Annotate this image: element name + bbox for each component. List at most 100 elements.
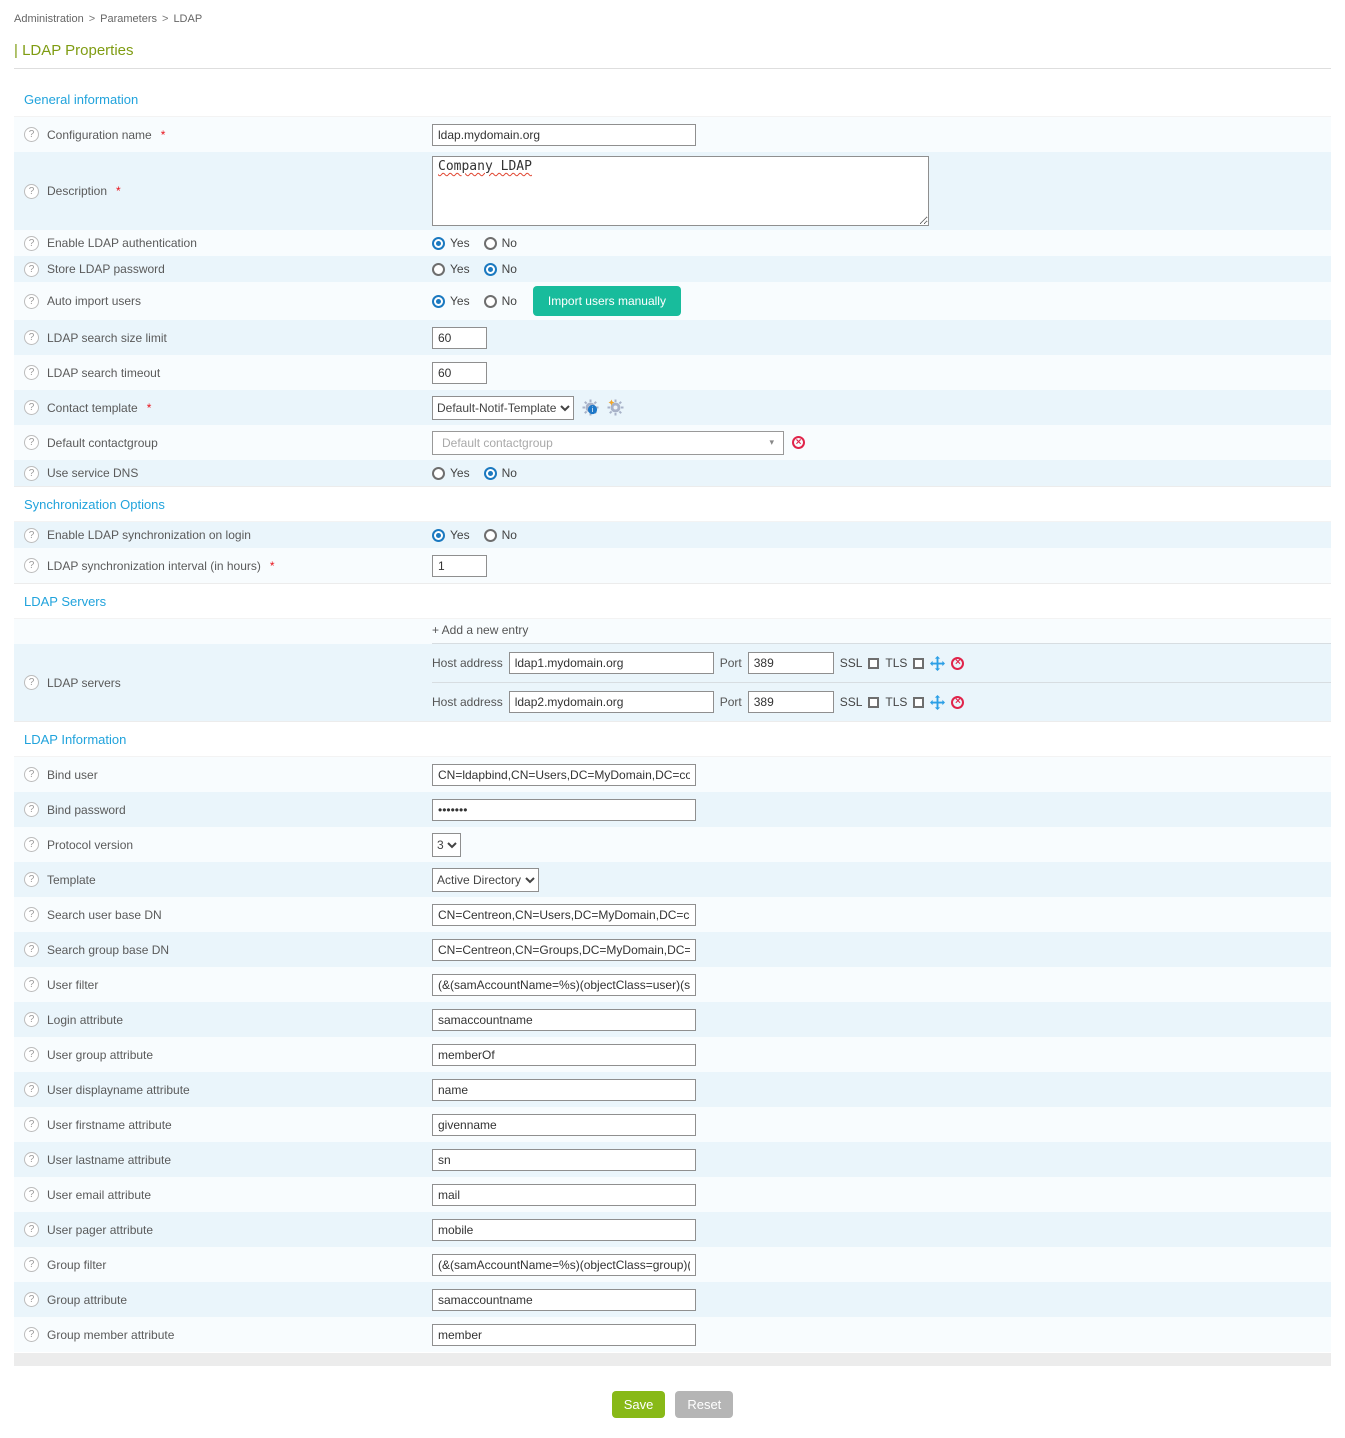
help-icon[interactable]: ? [24, 558, 39, 573]
ldap-search-timeout-input[interactable] [432, 362, 487, 384]
port-input-1[interactable] [748, 652, 834, 674]
help-icon[interactable]: ? [24, 1047, 39, 1062]
help-icon[interactable]: ? [24, 294, 39, 309]
move-server-icon[interactable] [930, 656, 945, 671]
enable-ldap-sync-label: Enable LDAP synchronization on login [47, 528, 251, 542]
section-ldap-servers: LDAP Servers [14, 583, 1331, 619]
default-contactgroup-label: Default contactgroup [47, 436, 158, 450]
help-icon[interactable]: ? [24, 907, 39, 922]
help-icon[interactable]: ? [24, 767, 39, 782]
protocol-version-select[interactable]: 3 [432, 833, 461, 857]
search-user-base-dn-input[interactable] [432, 904, 696, 926]
help-icon[interactable]: ? [24, 435, 39, 450]
help-icon[interactable]: ? [24, 942, 39, 957]
help-icon[interactable]: ? [24, 365, 39, 380]
help-icon[interactable]: ? [24, 1257, 39, 1272]
user-group-attribute-input[interactable] [432, 1044, 696, 1066]
edit-template-gear-icon[interactable] [607, 399, 624, 416]
help-icon[interactable]: ? [24, 872, 39, 887]
help-icon[interactable]: ? [24, 977, 39, 992]
user-firstname-attribute-input[interactable] [432, 1114, 696, 1136]
search-group-base-dn-input[interactable] [432, 939, 696, 961]
breadcrumb-ldap[interactable]: LDAP [173, 13, 202, 25]
radio-selected-icon [432, 237, 445, 250]
ssl-checkbox-2[interactable] [868, 697, 879, 708]
enable-auth-yes-radio[interactable]: Yes [432, 236, 470, 250]
add-new-entry-link[interactable]: + Add a new entry [432, 623, 528, 637]
user-firstname-attribute-label: User firstname attribute [47, 1118, 172, 1132]
user-pager-attribute-row: ? User pager attribute [14, 1212, 1331, 1247]
bind-user-label: Bind user [47, 768, 98, 782]
description-textarea[interactable]: Company LDAP [432, 156, 929, 226]
help-icon[interactable]: ? [24, 236, 39, 251]
help-icon[interactable]: ? [24, 1082, 39, 1097]
enable-ldap-sync-radio-group: Yes No [432, 528, 517, 542]
ldap-server-entry-1: Host address Port SSL TLS × [432, 644, 1331, 682]
help-icon[interactable]: ? [24, 1327, 39, 1342]
user-lastname-attribute-input[interactable] [432, 1149, 696, 1171]
help-icon[interactable]: ? [24, 1152, 39, 1167]
delete-server-icon-1[interactable]: × [951, 657, 964, 670]
clear-contactgroup-icon[interactable]: × [792, 436, 805, 449]
host-address-input-1[interactable] [509, 652, 714, 674]
user-displayname-attribute-input[interactable] [432, 1079, 696, 1101]
help-icon[interactable]: ? [24, 466, 39, 481]
default-contactgroup-combobox[interactable]: Default contactgroup ▾ [432, 431, 784, 455]
store-password-yes-radio[interactable]: Yes [432, 262, 470, 276]
port-input-2[interactable] [748, 691, 834, 713]
group-attribute-input[interactable] [432, 1289, 696, 1311]
ssl-checkbox-1[interactable] [868, 658, 879, 669]
radio-no-label: No [502, 466, 517, 480]
help-icon[interactable]: ? [24, 127, 39, 142]
import-users-manually-button[interactable]: Import users manually [533, 286, 681, 316]
view-template-info-gear-icon[interactable]: i [582, 399, 599, 416]
user-pager-attribute-input[interactable] [432, 1219, 696, 1241]
host-address-input-2[interactable] [509, 691, 714, 713]
user-filter-input[interactable] [432, 974, 696, 996]
use-dns-no-radio[interactable]: No [484, 466, 517, 480]
help-icon[interactable]: ? [24, 1187, 39, 1202]
move-server-icon[interactable] [930, 695, 945, 710]
store-password-no-radio[interactable]: No [484, 262, 517, 276]
template-select[interactable]: Active Directory [432, 868, 539, 892]
enable-auth-no-radio[interactable]: No [484, 236, 517, 250]
ldap-sync-interval-input[interactable] [432, 555, 487, 577]
tls-checkbox-1[interactable] [913, 658, 924, 669]
help-icon[interactable]: ? [24, 675, 39, 690]
ldap-search-size-limit-input[interactable] [432, 327, 487, 349]
group-filter-input[interactable] [432, 1254, 696, 1276]
help-icon[interactable]: ? [24, 1292, 39, 1307]
bind-user-input[interactable] [432, 764, 696, 786]
breadcrumb-parameters[interactable]: Parameters [100, 13, 157, 25]
auto-import-yes-radio[interactable]: Yes [432, 294, 470, 308]
login-attribute-input[interactable] [432, 1009, 696, 1031]
help-icon[interactable]: ? [24, 802, 39, 817]
contact-template-select[interactable]: Default-Notif-Template [432, 396, 574, 420]
breadcrumb-administration[interactable]: Administration [14, 13, 84, 25]
user-email-attribute-input[interactable] [432, 1184, 696, 1206]
help-icon[interactable]: ? [24, 1012, 39, 1027]
help-icon[interactable]: ? [24, 837, 39, 852]
help-icon[interactable]: ? [24, 528, 39, 543]
help-icon[interactable]: ? [24, 262, 39, 277]
auto-import-no-radio[interactable]: No [484, 294, 517, 308]
help-icon[interactable]: ? [24, 1117, 39, 1132]
delete-server-icon-2[interactable]: × [951, 696, 964, 709]
bind-password-input[interactable] [432, 799, 696, 821]
enable-sync-no-radio[interactable]: No [484, 528, 517, 542]
configuration-name-input[interactable] [432, 124, 696, 146]
help-icon[interactable]: ? [24, 330, 39, 345]
save-button[interactable]: Save [612, 1391, 666, 1418]
user-filter-row: ? User filter [14, 967, 1331, 1002]
group-member-attribute-input[interactable] [432, 1324, 696, 1346]
host-address-label: Host address [432, 695, 503, 709]
enable-sync-yes-radio[interactable]: Yes [432, 528, 470, 542]
tls-checkbox-2[interactable] [913, 697, 924, 708]
use-dns-yes-radio[interactable]: Yes [432, 466, 470, 480]
help-icon[interactable]: ? [24, 184, 39, 199]
use-service-dns-label: Use service DNS [47, 466, 138, 480]
help-icon[interactable]: ? [24, 1222, 39, 1237]
group-filter-row: ? Group filter [14, 1247, 1331, 1282]
help-icon[interactable]: ? [24, 400, 39, 415]
reset-button[interactable]: Reset [675, 1391, 733, 1418]
